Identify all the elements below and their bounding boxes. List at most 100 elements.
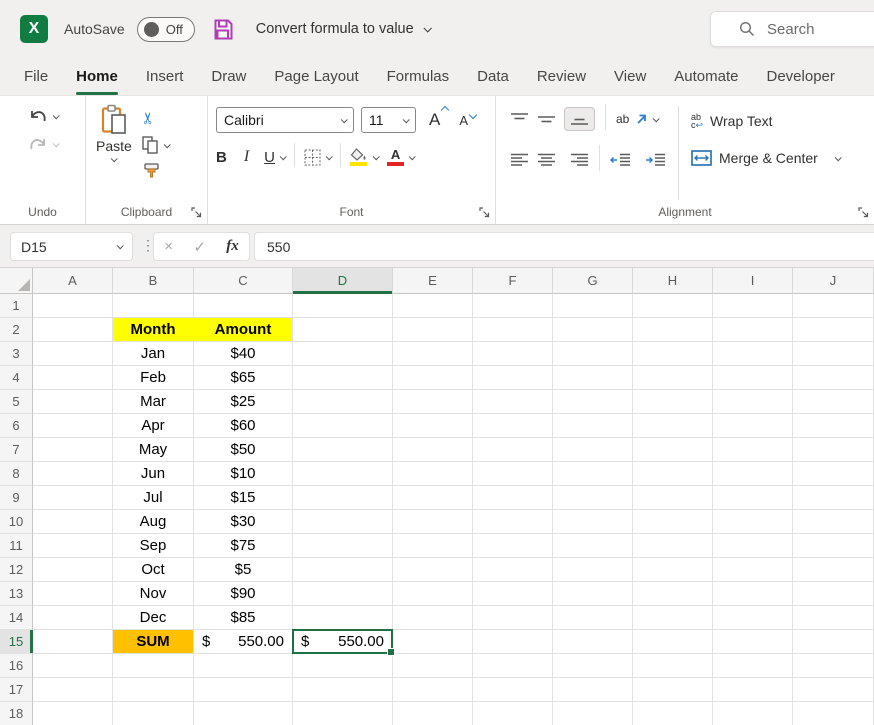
cell-A9[interactable] — [33, 486, 113, 510]
font-color-button[interactable]: A — [387, 148, 414, 166]
cell-F13[interactable] — [473, 582, 553, 606]
cell-J14[interactable] — [793, 606, 874, 630]
row-header-1[interactable]: 1 — [0, 294, 33, 318]
cell-F4[interactable] — [473, 366, 553, 390]
cell-C11[interactable]: $75 — [194, 534, 293, 558]
cell-B16[interactable] — [113, 654, 194, 678]
borders-button[interactable] — [304, 149, 331, 166]
cell-G10[interactable] — [553, 510, 633, 534]
cell-J4[interactable] — [793, 366, 874, 390]
wrap-text-button[interactable]: abc↩ Wrap Text — [691, 107, 840, 135]
cell-A12[interactable] — [33, 558, 113, 582]
cell-F17[interactable] — [473, 678, 553, 702]
cell-J11[interactable] — [793, 534, 874, 558]
cell-I15[interactable] — [713, 630, 793, 654]
cell-C12[interactable]: $5 — [194, 558, 293, 582]
cell-H15[interactable] — [633, 630, 713, 654]
tab-review[interactable]: Review — [537, 58, 586, 95]
cell-F2[interactable] — [473, 318, 553, 342]
insert-function-button[interactable]: fx — [226, 238, 239, 255]
cell-C13[interactable]: $90 — [194, 582, 293, 606]
cell-F1[interactable] — [473, 294, 553, 318]
cell-H1[interactable] — [633, 294, 713, 318]
select-all-button[interactable] — [0, 268, 33, 294]
cell-B10[interactable]: Aug — [113, 510, 194, 534]
font-name-combobox[interactable]: Calibri — [216, 107, 354, 133]
cell-I1[interactable] — [713, 294, 793, 318]
cell-I4[interactable] — [713, 366, 793, 390]
redo-button[interactable] — [28, 136, 58, 152]
cell-A3[interactable] — [33, 342, 113, 366]
cell-B13[interactable]: Nov — [113, 582, 194, 606]
cell-C6[interactable]: $60 — [194, 414, 293, 438]
cell-A13[interactable] — [33, 582, 113, 606]
cell-F6[interactable] — [473, 414, 553, 438]
column-header-e[interactable]: E — [393, 268, 473, 294]
orientation-button[interactable]: ab — [616, 112, 658, 126]
cell-E11[interactable] — [393, 534, 473, 558]
cell-B14[interactable]: Dec — [113, 606, 194, 630]
tab-view[interactable]: View — [614, 58, 646, 95]
cell-B15[interactable]: SUM — [113, 630, 194, 654]
cell-E16[interactable] — [393, 654, 473, 678]
cell-C9[interactable]: $15 — [194, 486, 293, 510]
cell-F7[interactable] — [473, 438, 553, 462]
cell-J12[interactable] — [793, 558, 874, 582]
cell-E9[interactable] — [393, 486, 473, 510]
cell-J7[interactable] — [793, 438, 874, 462]
cell-D9[interactable] — [293, 486, 393, 510]
cell-C4[interactable]: $65 — [194, 366, 293, 390]
cell-A4[interactable] — [33, 366, 113, 390]
column-header-c[interactable]: C — [194, 268, 293, 294]
row-header-12[interactable]: 12 — [0, 558, 33, 582]
row-header-6[interactable]: 6 — [0, 414, 33, 438]
cell-J2[interactable] — [793, 318, 874, 342]
tab-insert[interactable]: Insert — [146, 58, 184, 95]
cell-F3[interactable] — [473, 342, 553, 366]
underline-button[interactable]: U — [264, 149, 285, 166]
cell-F18[interactable] — [473, 702, 553, 725]
cell-A16[interactable] — [33, 654, 113, 678]
middle-align-button[interactable] — [537, 112, 556, 126]
autosave-toggle[interactable]: Off — [137, 17, 195, 42]
cell-E1[interactable] — [393, 294, 473, 318]
cell-D6[interactable] — [293, 414, 393, 438]
cell-D17[interactable] — [293, 678, 393, 702]
cell-H17[interactable] — [633, 678, 713, 702]
name-box[interactable]: D15 — [10, 232, 133, 261]
cell-D10[interactable] — [293, 510, 393, 534]
cell-B7[interactable]: May — [113, 438, 194, 462]
tab-automate[interactable]: Automate — [674, 58, 738, 95]
cell-A7[interactable] — [33, 438, 113, 462]
cell-G15[interactable] — [553, 630, 633, 654]
cell-E8[interactable] — [393, 462, 473, 486]
cell-B8[interactable]: Jun — [113, 462, 194, 486]
cell-C5[interactable]: $25 — [194, 390, 293, 414]
cell-H2[interactable] — [633, 318, 713, 342]
cell-G16[interactable] — [553, 654, 633, 678]
cell-I14[interactable] — [713, 606, 793, 630]
cell-B12[interactable]: Oct — [113, 558, 194, 582]
row-header-9[interactable]: 9 — [0, 486, 33, 510]
cell-B4[interactable]: Feb — [113, 366, 194, 390]
cell-A10[interactable] — [33, 510, 113, 534]
cell-G6[interactable] — [553, 414, 633, 438]
cell-F10[interactable] — [473, 510, 553, 534]
row-header-16[interactable]: 16 — [0, 654, 33, 678]
undo-button[interactable] — [28, 108, 58, 124]
cell-G11[interactable] — [553, 534, 633, 558]
cut-button[interactable]: ✂ — [142, 108, 169, 128]
tab-page-layout[interactable]: Page Layout — [274, 58, 358, 95]
column-header-f[interactable]: F — [473, 268, 553, 294]
column-header-b[interactable]: B — [113, 268, 194, 294]
cell-F16[interactable] — [473, 654, 553, 678]
font-size-combobox[interactable]: 11 — [361, 107, 416, 133]
cell-C18[interactable] — [194, 702, 293, 725]
cell-B2[interactable]: Month — [113, 318, 194, 342]
column-header-d[interactable]: D — [293, 268, 393, 294]
cell-F8[interactable] — [473, 462, 553, 486]
cell-D8[interactable] — [293, 462, 393, 486]
cell-G1[interactable] — [553, 294, 633, 318]
cell-C17[interactable] — [194, 678, 293, 702]
alignment-dialog-launcher[interactable] — [858, 207, 869, 218]
